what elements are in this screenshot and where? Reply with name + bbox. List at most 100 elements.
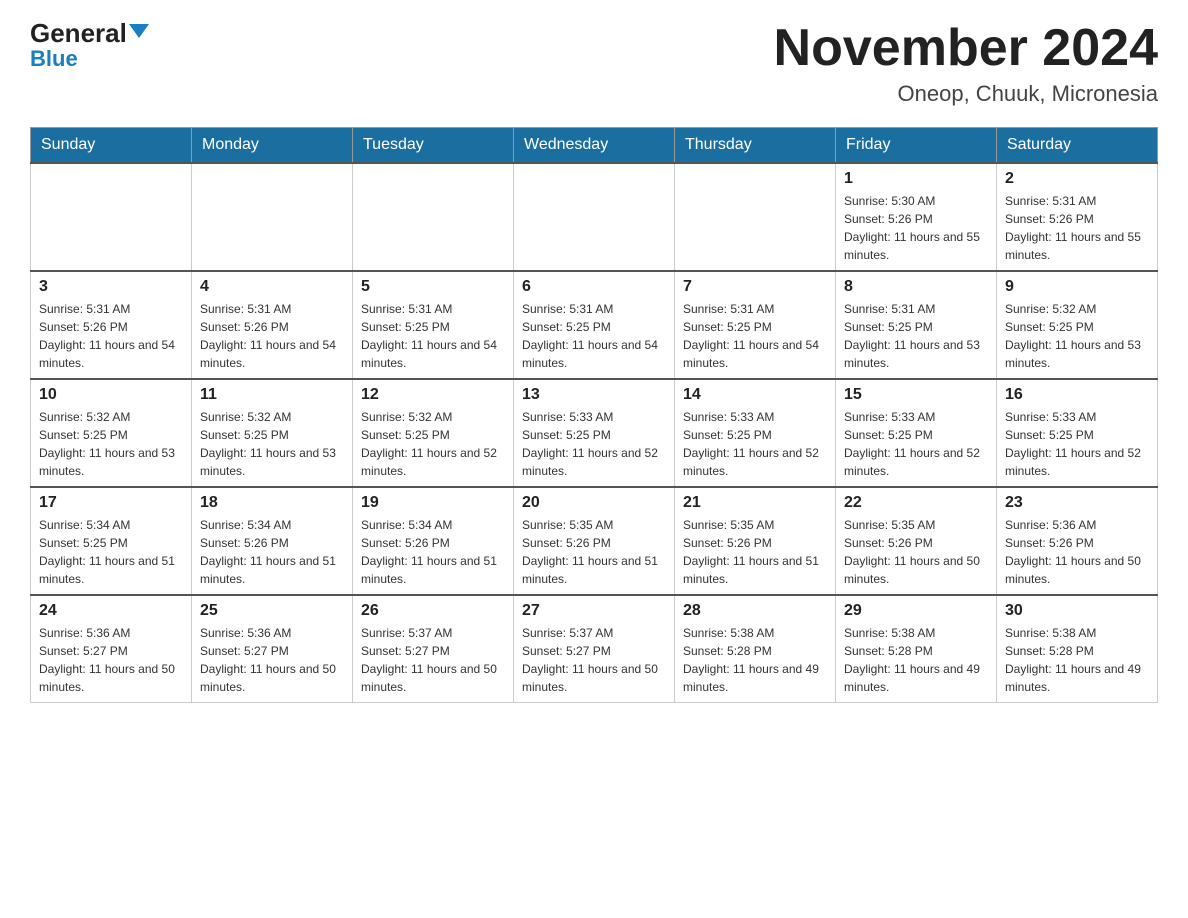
calendar-cell: 1 Sunrise: 5:30 AMSunset: 5:26 PMDaylight… [836,163,997,271]
week-row-5: 24Sunrise: 5:36 AMSunset: 5:27 PMDayligh… [31,595,1158,703]
day-info: Sunrise: 5:36 AMSunset: 5:27 PMDaylight:… [200,624,344,696]
day-number: 20 [522,494,666,512]
calendar-cell: 10Sunrise: 5:32 AMSunset: 5:25 PMDayligh… [31,379,192,487]
day-number: 28 [683,602,827,620]
day-info: Sunrise: 5:35 AMSunset: 5:26 PMDaylight:… [844,516,988,588]
calendar-cell: 28 Sunrise: 5:38 AMSunset: 5:28 PMDayligh… [675,595,836,703]
day-info: Sunrise: 5:32 AMSunset: 5:25 PMDaylight:… [361,408,505,480]
calendar-cell: 19 Sunrise: 5:34 AMSunset: 5:26 PMDayligh… [353,487,514,595]
week-row-3: 10Sunrise: 5:32 AMSunset: 5:25 PMDayligh… [31,379,1158,487]
calendar-cell: 3 Sunrise: 5:31 AMSunset: 5:26 PMDaylight… [31,271,192,379]
day-number: 15 [844,386,988,404]
day-info: Sunrise: 5:35 AMSunset: 5:26 PMDaylight:… [683,516,827,588]
calendar-cell [514,163,675,271]
logo-general: General [30,20,149,46]
calendar-cell: 8 Sunrise: 5:31 AMSunset: 5:25 PMDaylight… [836,271,997,379]
weekday-header-monday: Monday [192,128,353,164]
calendar-cell: 4 Sunrise: 5:31 AMSunset: 5:26 PMDaylight… [192,271,353,379]
day-number: 8 [844,278,988,296]
location-subtitle: Oneop, Chuuk, Micronesia [774,81,1158,107]
day-info: Sunrise: 5:33 AMSunset: 5:25 PMDaylight:… [844,408,988,480]
calendar-cell: 11Sunrise: 5:32 AMSunset: 5:25 PMDayligh… [192,379,353,487]
logo-triangle-icon [129,24,149,38]
day-number: 12 [361,386,505,404]
day-number: 7 [683,278,827,296]
day-info: Sunrise: 5:31 AMSunset: 5:25 PMDaylight:… [361,300,505,372]
day-number: 19 [361,494,505,512]
calendar-cell [675,163,836,271]
day-info: Sunrise: 5:34 AMSunset: 5:26 PMDaylight:… [200,516,344,588]
calendar-cell [192,163,353,271]
weekday-header-row: SundayMondayTuesdayWednesdayThursdayFrid… [31,128,1158,164]
day-number: 16 [1005,386,1149,404]
day-info: Sunrise: 5:36 AMSunset: 5:26 PMDaylight:… [1005,516,1149,588]
calendar-cell: 26Sunrise: 5:37 AMSunset: 5:27 PMDayligh… [353,595,514,703]
day-number: 29 [844,602,988,620]
calendar-cell: 21 Sunrise: 5:35 AMSunset: 5:26 PMDayligh… [675,487,836,595]
day-number: 1 [844,170,988,188]
weekday-header-wednesday: Wednesday [514,128,675,164]
month-year-title: November 2024 [774,20,1158,77]
calendar-cell: 9Sunrise: 5:32 AMSunset: 5:25 PMDaylight… [997,271,1158,379]
day-info: Sunrise: 5:31 AMSunset: 5:25 PMDaylight:… [844,300,988,372]
calendar-cell: 18 Sunrise: 5:34 AMSunset: 5:26 PMDayligh… [192,487,353,595]
day-info: Sunrise: 5:37 AMSunset: 5:27 PMDaylight:… [522,624,666,696]
day-number: 5 [361,278,505,296]
day-number: 17 [39,494,183,512]
day-number: 14 [683,386,827,404]
day-number: 11 [200,386,344,404]
day-number: 23 [1005,494,1149,512]
day-info: Sunrise: 5:31 AMSunset: 5:26 PMDaylight:… [39,300,183,372]
day-info: Sunrise: 5:32 AMSunset: 5:25 PMDaylight:… [1005,300,1149,372]
day-number: 26 [361,602,505,620]
day-number: 25 [200,602,344,620]
calendar-cell: 5 Sunrise: 5:31 AMSunset: 5:25 PMDaylight… [353,271,514,379]
calendar-cell: 29 Sunrise: 5:38 AMSunset: 5:28 PMDayligh… [836,595,997,703]
day-info: Sunrise: 5:33 AMSunset: 5:25 PMDaylight:… [1005,408,1149,480]
calendar-cell: 6Sunrise: 5:31 AMSunset: 5:25 PMDaylight… [514,271,675,379]
day-number: 22 [844,494,988,512]
header: General Blue November 2024 Oneop, Chuuk,… [30,20,1158,107]
day-info: Sunrise: 5:38 AMSunset: 5:28 PMDaylight:… [683,624,827,696]
day-number: 3 [39,278,183,296]
day-info: Sunrise: 5:31 AMSunset: 5:25 PMDaylight:… [522,300,666,372]
day-info: Sunrise: 5:31 AMSunset: 5:26 PMDaylight:… [200,300,344,372]
day-info: Sunrise: 5:36 AMSunset: 5:27 PMDaylight:… [39,624,183,696]
day-number: 30 [1005,602,1149,620]
day-info: Sunrise: 5:38 AMSunset: 5:28 PMDaylight:… [1005,624,1149,696]
calendar-cell: 7 Sunrise: 5:31 AMSunset: 5:25 PMDaylight… [675,271,836,379]
day-info: Sunrise: 5:31 AMSunset: 5:25 PMDaylight:… [683,300,827,372]
calendar-cell: 25 Sunrise: 5:36 AMSunset: 5:27 PMDayligh… [192,595,353,703]
calendar-cell: 22 Sunrise: 5:35 AMSunset: 5:26 PMDayligh… [836,487,997,595]
calendar-cell [353,163,514,271]
calendar-cell: 14 Sunrise: 5:33 AMSunset: 5:25 PMDayligh… [675,379,836,487]
day-info: Sunrise: 5:34 AMSunset: 5:26 PMDaylight:… [361,516,505,588]
day-info: Sunrise: 5:38 AMSunset: 5:28 PMDaylight:… [844,624,988,696]
day-number: 21 [683,494,827,512]
calendar-cell: 30 Sunrise: 5:38 AMSunset: 5:28 PMDayligh… [997,595,1158,703]
weekday-header-saturday: Saturday [997,128,1158,164]
logo: General Blue [30,20,149,70]
calendar-cell: 27 Sunrise: 5:37 AMSunset: 5:27 PMDayligh… [514,595,675,703]
day-number: 4 [200,278,344,296]
calendar-cell [31,163,192,271]
week-row-4: 17Sunrise: 5:34 AMSunset: 5:25 PMDayligh… [31,487,1158,595]
day-info: Sunrise: 5:30 AMSunset: 5:26 PMDaylight:… [844,192,988,264]
day-info: Sunrise: 5:35 AMSunset: 5:26 PMDaylight:… [522,516,666,588]
calendar-cell: 20 Sunrise: 5:35 AMSunset: 5:26 PMDayligh… [514,487,675,595]
logo-blue: Blue [30,48,78,70]
calendar-cell: 23 Sunrise: 5:36 AMSunset: 5:26 PMDayligh… [997,487,1158,595]
day-info: Sunrise: 5:33 AMSunset: 5:25 PMDaylight:… [522,408,666,480]
calendar-cell: 24Sunrise: 5:36 AMSunset: 5:27 PMDayligh… [31,595,192,703]
calendar-cell: 15 Sunrise: 5:33 AMSunset: 5:25 PMDayligh… [836,379,997,487]
calendar-table: SundayMondayTuesdayWednesdayThursdayFrid… [30,127,1158,703]
calendar-cell: 12 Sunrise: 5:32 AMSunset: 5:25 PMDayligh… [353,379,514,487]
week-row-2: 3 Sunrise: 5:31 AMSunset: 5:26 PMDaylight… [31,271,1158,379]
week-row-1: 1 Sunrise: 5:30 AMSunset: 5:26 PMDaylight… [31,163,1158,271]
day-info: Sunrise: 5:33 AMSunset: 5:25 PMDaylight:… [683,408,827,480]
day-number: 18 [200,494,344,512]
day-info: Sunrise: 5:31 AMSunset: 5:26 PMDaylight:… [1005,192,1149,264]
day-info: Sunrise: 5:32 AMSunset: 5:25 PMDaylight:… [39,408,183,480]
day-number: 2 [1005,170,1149,188]
day-number: 27 [522,602,666,620]
